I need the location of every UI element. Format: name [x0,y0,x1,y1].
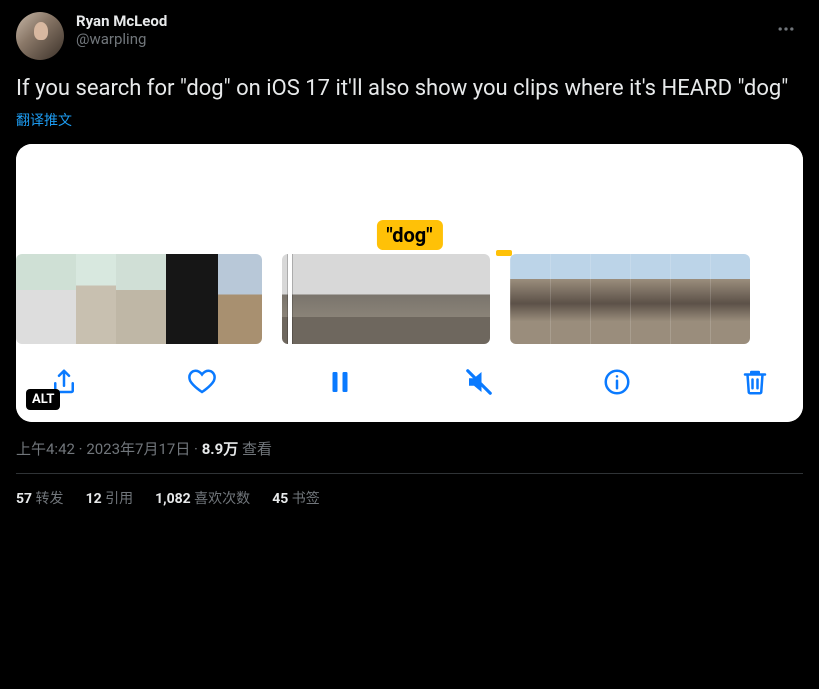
alt-badge[interactable]: ALT [26,389,60,410]
tweet-text: If you search for "dog" on iOS 17 it'll … [16,74,803,104]
delete-button[interactable] [735,362,775,402]
timeline-frame [76,254,116,344]
heart-icon [187,367,217,397]
info-button[interactable] [597,362,637,402]
more-button[interactable] [769,12,803,46]
timeline-frame [710,254,750,344]
likes-stat[interactable]: 1,082 喜欢次数 [155,488,250,508]
timeline-frame [352,254,420,344]
tweet-time: 上午4:42 [16,440,75,458]
clip-group-active[interactable] [282,254,490,344]
pause-button[interactable] [320,362,360,402]
bookmarks-stat[interactable]: 45 书签 [272,488,320,508]
quotes-stat[interactable]: 12 引用 [86,488,134,508]
media-toolbar [16,344,803,422]
clip-group[interactable] [16,254,262,344]
timeline-frame [166,254,218,344]
handle: @warpling [76,30,757,48]
views-count: 8.9万 [202,440,239,458]
timeline-frame [218,254,262,344]
divider [16,473,803,474]
media-top: "dog" [16,144,803,254]
timeline-frame [116,254,166,344]
timeline-frame [282,254,352,344]
timeline-frame [550,254,590,344]
video-timeline[interactable] [16,254,803,344]
tweet-meta[interactable]: 上午4:42 · 2023年7月17日 · 8.9万 查看 [16,438,803,459]
timeline-marker [496,250,512,256]
display-name: Ryan McLeod [76,12,757,30]
timeline-frame [510,254,550,344]
retweets-stat[interactable]: 57 转发 [16,488,64,508]
stats-row: 57 转发 12 引用 1,082 喜欢次数 45 书签 [16,488,803,508]
timeline-frame [630,254,670,344]
tweet-container: Ryan McLeod @warpling If you search for … [0,0,819,520]
avatar[interactable] [16,12,64,60]
info-icon [602,367,632,397]
timeline-frame [670,254,710,344]
timeline-frame [590,254,630,344]
timeline-frame [420,254,490,344]
speaker-mute-icon [464,367,494,397]
author-block[interactable]: Ryan McLeod @warpling [76,12,757,48]
search-term-label: "dog" [376,220,442,250]
views-label: 查看 [238,440,272,458]
timeline-frame [46,254,76,344]
more-horizontal-icon [776,19,796,39]
timeline-frame [16,254,46,344]
mute-button[interactable] [459,362,499,402]
pause-icon [325,367,355,397]
tweet-date: 2023年7月17日 [86,440,190,458]
trash-icon [740,367,770,397]
media-card[interactable]: "dog" [16,144,803,422]
clip-group[interactable] [510,254,750,344]
tweet-header: Ryan McLeod @warpling [16,12,803,60]
like-button[interactable] [182,362,222,402]
playhead[interactable] [288,254,292,344]
translate-link[interactable]: 翻译推文 [16,110,72,130]
